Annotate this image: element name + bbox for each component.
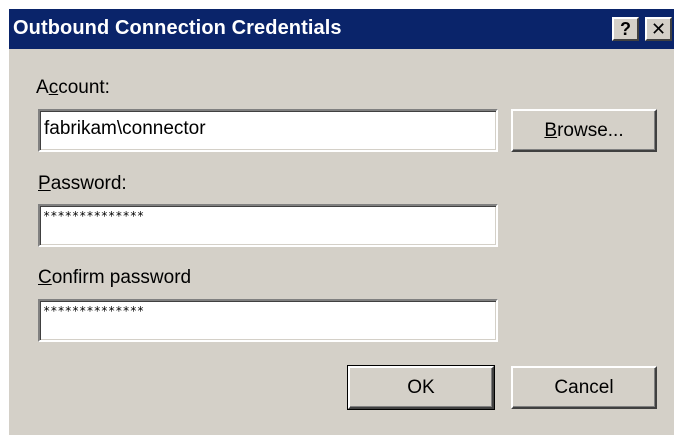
password-value: **************: [43, 209, 145, 223]
help-button[interactable]: ?: [612, 17, 639, 41]
confirm-password-input[interactable]: **************: [38, 299, 498, 342]
password-input[interactable]: **************: [38, 204, 498, 247]
password-label: Password:: [38, 173, 127, 194]
account-label: Account:: [36, 77, 110, 98]
account-value: fabrikam\connector: [44, 118, 206, 139]
browse-button[interactable]: Browse...: [511, 109, 657, 152]
close-button[interactable]: ✕: [645, 17, 672, 41]
account-input[interactable]: fabrikam\connector: [38, 109, 498, 152]
title-bar[interactable]: Outbound Connection Credentials ? ✕: [9, 9, 674, 49]
close-icon: ✕: [650, 19, 667, 39]
ok-button[interactable]: OK: [347, 365, 495, 410]
credentials-dialog: Outbound Connection Credentials ? ✕ Acco…: [8, 9, 674, 435]
help-icon: ?: [620, 19, 631, 39]
cancel-button[interactable]: Cancel: [511, 366, 657, 409]
confirm-password-label: Confirm password: [38, 267, 192, 288]
window-title: Outbound Connection Credentials: [13, 17, 342, 39]
confirm-password-value: **************: [43, 304, 145, 318]
